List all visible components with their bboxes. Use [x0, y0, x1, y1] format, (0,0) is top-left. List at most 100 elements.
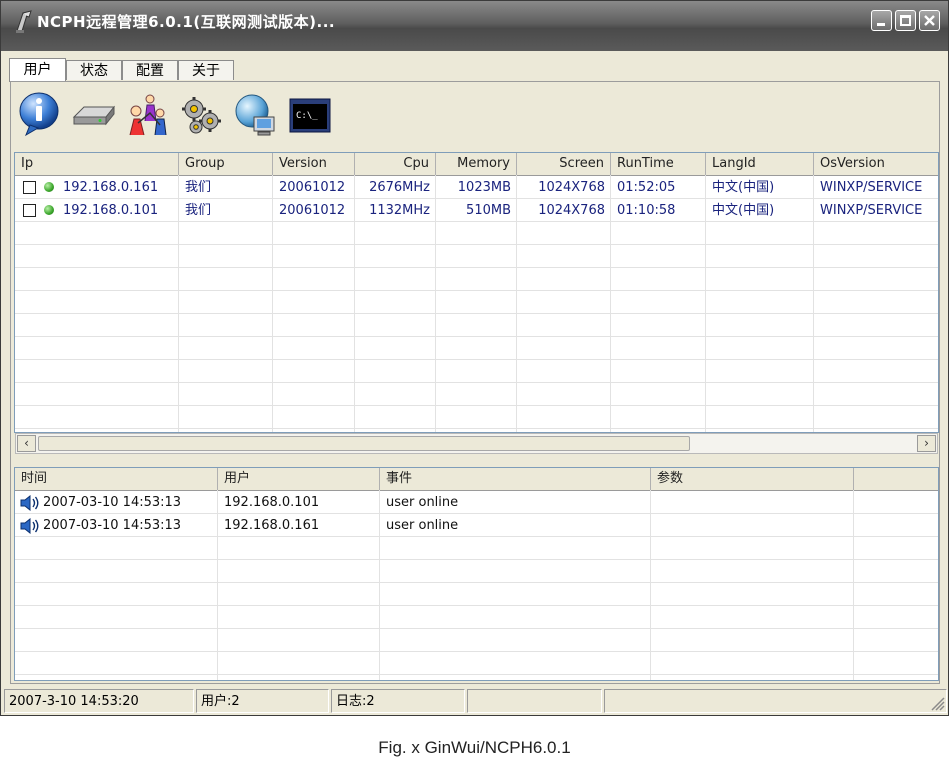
status-bar: 2007-3-10 14:53:20 用户:2 日志:2	[4, 689, 947, 713]
col-cpu[interactable]: Cpu	[355, 153, 436, 175]
empty-row	[15, 222, 938, 245]
client-row[interactable]: 192.168.0.101 我们 20061012 1132MHz 510MB …	[15, 199, 938, 222]
online-status-icon	[44, 182, 54, 192]
client-screen: 1024X768	[538, 180, 605, 195]
col-langid[interactable]: LangId	[706, 153, 814, 175]
client-screen: 1024X768	[538, 203, 605, 218]
log-param	[651, 491, 854, 514]
figure-caption: Fig. x GinWui/NCPH6.0.1	[378, 738, 571, 757]
minimize-button[interactable]	[871, 10, 892, 31]
status-panel-empty	[467, 689, 602, 713]
client-version: 20061012	[279, 203, 346, 218]
empty-row	[15, 291, 938, 314]
empty-row	[15, 360, 938, 383]
status-log-count: 日志:2	[331, 689, 465, 713]
tab-users[interactable]: 用户	[9, 58, 66, 82]
col-user[interactable]: 用户	[218, 468, 380, 490]
client-checkbox[interactable]	[23, 204, 36, 217]
info-icon	[19, 92, 59, 137]
client-runtime: 01:10:58	[617, 203, 676, 218]
empty-row	[15, 583, 938, 606]
col-runtime[interactable]: RunTime	[611, 153, 706, 175]
window-title: NCPH远程管理6.0.1(互联网测试版本)...	[37, 13, 336, 31]
scroll-thumb[interactable]	[38, 436, 690, 451]
command-prompt-icon: C:\_	[289, 98, 331, 133]
empty-row	[15, 537, 938, 560]
client-runtime: 01:52:05	[617, 180, 676, 195]
drive-button[interactable]	[70, 91, 116, 139]
col-version[interactable]: Version	[273, 153, 355, 175]
empty-row	[15, 560, 938, 583]
log-param	[651, 514, 854, 537]
col-ip[interactable]: Ip	[15, 153, 179, 175]
tab-status[interactable]: 状态	[66, 60, 122, 80]
maximize-button[interactable]	[895, 10, 916, 31]
settings-button[interactable]	[178, 91, 224, 139]
client-osversion: WINXP/SERVICE	[820, 180, 923, 195]
log-row[interactable]: 2007-03-10 14:53:13 192.168.0.101 user o…	[15, 491, 938, 514]
client-row[interactable]: 192.168.0.161 我们 20061012 2676MHz 1023MB…	[15, 176, 938, 199]
log-row[interactable]: 2007-03-10 14:53:13 192.168.0.161 user o…	[15, 514, 938, 537]
client-ip: 192.168.0.101	[63, 203, 159, 218]
client-cpu: 1132MHz	[369, 203, 430, 218]
col-group[interactable]: Group	[179, 153, 273, 175]
network-button[interactable]	[232, 91, 278, 139]
users-icon	[129, 94, 167, 136]
network-computer-icon	[235, 94, 275, 136]
info-button[interactable]	[16, 91, 62, 139]
col-event[interactable]: 事件	[380, 468, 651, 490]
empty-row	[15, 245, 938, 268]
client-langid: 中文(中国)	[712, 180, 775, 195]
app-icon	[16, 10, 32, 33]
log-time: 2007-03-10 14:53:13	[43, 495, 182, 510]
event-log[interactable]: 时间 用户 事件 参数 2007-03-10 14:53:13 192.168.…	[14, 467, 939, 681]
log-event: user online	[386, 495, 459, 510]
scroll-left-button[interactable]: ‹	[17, 435, 36, 452]
resize-grip-icon[interactable]	[929, 695, 945, 711]
minimize-icon	[877, 23, 885, 26]
scroll-right-button[interactable]: ›	[917, 435, 936, 452]
maximize-icon	[900, 15, 911, 26]
empty-row	[15, 652, 938, 675]
client-memory: 1023MB	[457, 180, 511, 195]
close-icon	[924, 15, 935, 26]
command-prompt-button[interactable]: C:\_	[286, 91, 332, 139]
client-checkbox[interactable]	[23, 181, 36, 194]
status-panel-empty	[604, 689, 947, 713]
client-osversion: WINXP/SERVICE	[820, 203, 923, 218]
tab-config[interactable]: 配置	[122, 60, 178, 80]
empty-row	[15, 406, 938, 429]
status-user-count: 用户:2	[196, 689, 329, 713]
log-user: 192.168.0.101	[224, 495, 320, 510]
client-langid: 中文(中国)	[712, 203, 775, 218]
close-button[interactable]	[919, 10, 940, 31]
status-datetime: 2007-3-10 14:53:20	[4, 689, 194, 713]
empty-row	[15, 383, 938, 406]
users-button[interactable]	[124, 91, 170, 139]
client-list[interactable]: Ip Group Version Cpu Memory Screen RunTi…	[14, 152, 939, 433]
client-cpu: 2676MHz	[369, 180, 430, 195]
client-group: 我们	[185, 180, 212, 195]
empty-row	[15, 606, 938, 629]
empty-row	[15, 314, 938, 337]
log-user: 192.168.0.161	[224, 518, 320, 533]
col-time[interactable]: 时间	[15, 468, 218, 490]
online-status-icon	[44, 205, 54, 215]
col-memory[interactable]: Memory	[436, 153, 517, 175]
drive-icon	[72, 105, 116, 126]
event-log-header: 时间 用户 事件 参数	[15, 468, 938, 491]
app-window: NCPH远程管理6.0.1(互联网测试版本)... 用户 状态 配置 关于 C:…	[0, 0, 949, 716]
title-bar[interactable]: NCPH远程管理6.0.1(互联网测试版本)...	[1, 1, 948, 51]
col-screen[interactable]: Screen	[517, 153, 611, 175]
command-prompt-text: C:\_	[296, 111, 318, 121]
col-osversion[interactable]: OsVersion	[814, 153, 938, 175]
col-param[interactable]: 参数	[651, 468, 854, 490]
empty-row	[15, 629, 938, 652]
col-extra	[854, 468, 938, 490]
client-memory: 510MB	[466, 203, 511, 218]
tab-about[interactable]: 关于	[178, 60, 234, 80]
horizontal-scrollbar[interactable]: ‹ ›	[15, 433, 938, 454]
empty-row	[15, 268, 938, 291]
log-event: user online	[386, 518, 459, 533]
client-group: 我们	[185, 203, 212, 218]
